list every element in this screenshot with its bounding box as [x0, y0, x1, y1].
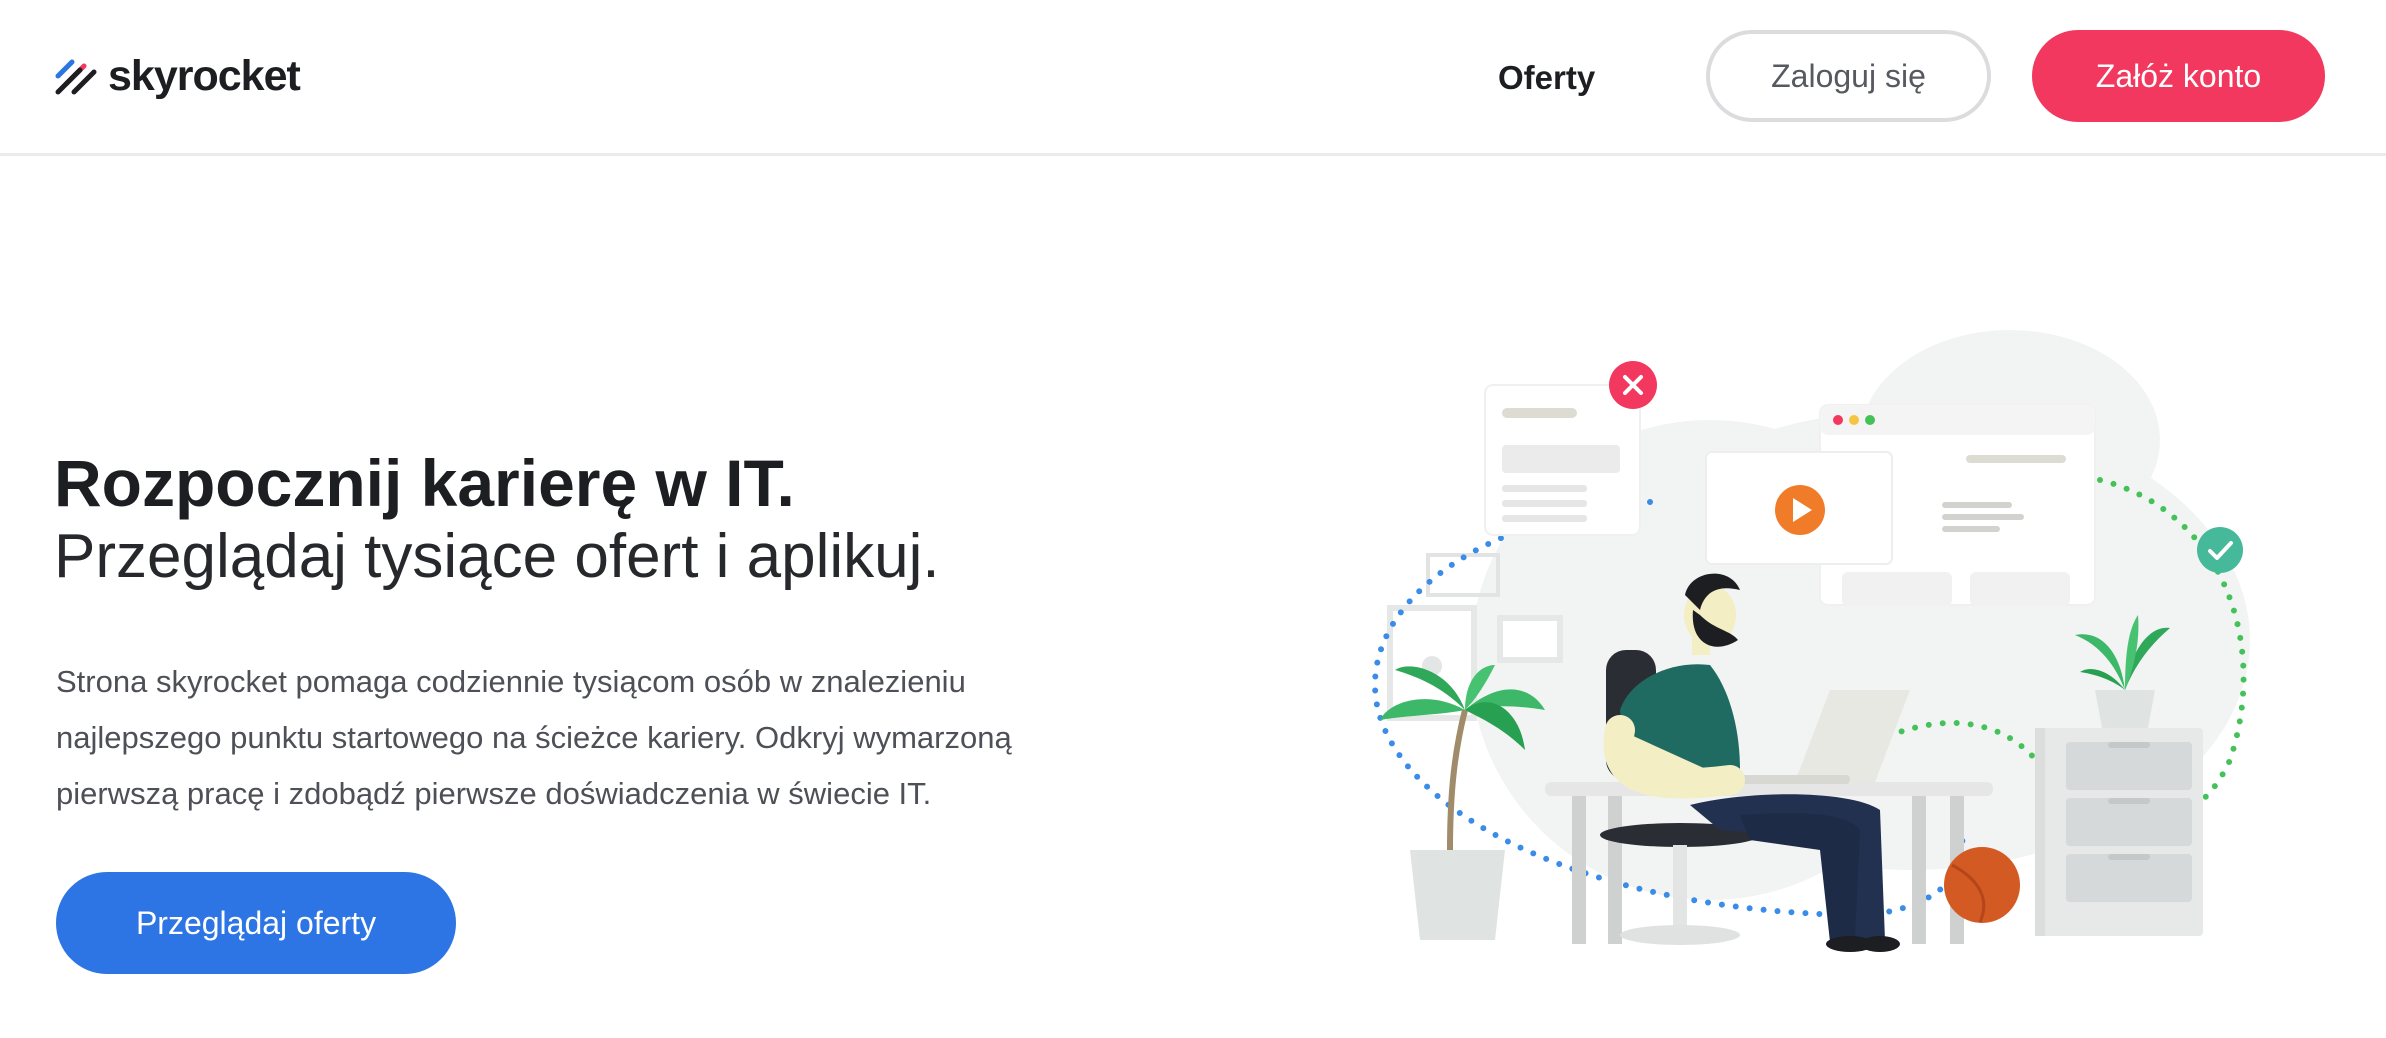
play-icon [1775, 485, 1825, 535]
browse-offers-button[interactable]: Przeglądaj oferty [56, 872, 456, 974]
hero-illustration [1372, 330, 2250, 952]
close-icon [1609, 361, 1657, 409]
signup-button[interactable]: Załóż konto [2032, 30, 2325, 122]
logo-text: skyrocket [108, 51, 301, 100]
nav-link-offers[interactable]: Oferty [1498, 52, 1595, 104]
hero-subtitle: Przeglądaj tysiące ofert i aplikuj. [54, 522, 940, 591]
hero-title: Rozpocznij karierę w IT. [54, 446, 795, 520]
logo[interactable]: skyrocket [54, 48, 301, 104]
check-icon [2197, 527, 2243, 573]
job-card-rejected [1484, 384, 1641, 536]
basketball [1944, 847, 2020, 923]
top-navigation-bar: skyrocket Oferty Zaloguj się Załóż konto [0, 0, 2386, 156]
hero-description: Strona skyrocket pomaga codziennie tysią… [56, 664, 1012, 811]
login-button[interactable]: Zaloguj się [1706, 30, 1991, 122]
skyrocket-stripes-icon [55, 59, 97, 95]
drawer-cabinet [2035, 728, 2203, 936]
